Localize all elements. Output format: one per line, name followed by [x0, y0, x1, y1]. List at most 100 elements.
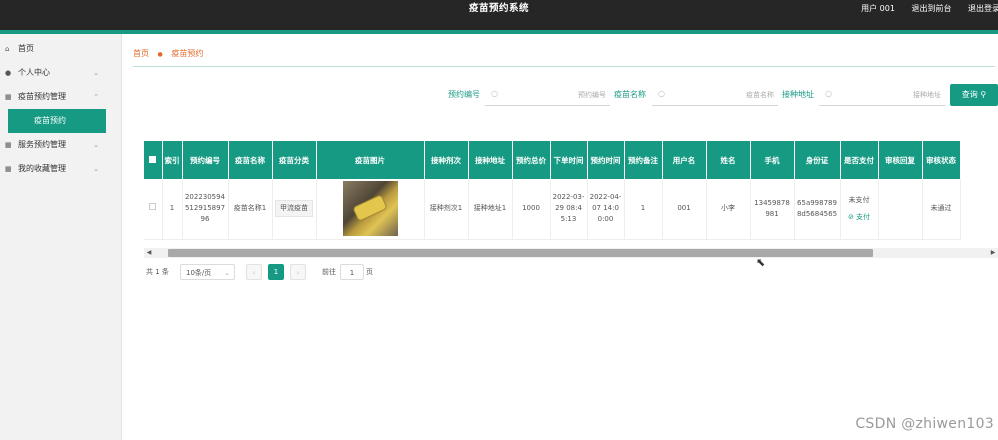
checkbox[interactable] [149, 155, 157, 163]
pay-link[interactable]: ⊘ 支付 [843, 212, 876, 223]
search-icon: ○ [825, 89, 832, 98]
pager-total: 共 1 条 [146, 268, 169, 276]
search-icon: ○ [658, 89, 665, 98]
next-page-button[interactable]: › [290, 264, 306, 280]
chevron-down-icon: ⌄ [93, 165, 99, 173]
col-header: 疫苗图片 [316, 141, 425, 179]
cell-total: 1000 [512, 179, 551, 240]
col-header: 预约备注 [624, 141, 663, 179]
col-header: 预约总价 [512, 141, 551, 179]
sidebar-item-favorites-mgmt[interactable]: ▦ 我的收藏管理 ⌄ [0, 157, 121, 181]
col-header: 预约时间 [587, 141, 625, 179]
search-label-address: 接种地址 [782, 90, 814, 99]
watermark: CSDN @zhiwen103 [855, 416, 994, 432]
col-header: 接种地址 [468, 141, 513, 179]
order-no-input[interactable] [501, 87, 606, 103]
top-header: 疫苗预约系统 用户 001 退出到前台 退出登录 [0, 0, 998, 30]
scroll-left-arrow-icon[interactable]: ◀ [144, 248, 154, 258]
paid-status: 未支付 [848, 195, 870, 204]
cell-name: 小李 [706, 179, 751, 240]
user-label: 用户 001 [861, 4, 895, 13]
cell-appoint-time: 2022-04-07 14:00:00 [587, 179, 625, 240]
scroll-right-arrow-icon[interactable]: ▶ [988, 248, 998, 258]
prev-page-button[interactable]: ‹ [246, 264, 262, 280]
breadcrumb-separator-icon: ● [157, 51, 163, 58]
cell-reply [878, 179, 923, 240]
horizontal-scrollbar[interactable]: ◀ ▶ [144, 248, 998, 258]
col-header: 疫苗分类 [272, 141, 317, 179]
user-icon: ● [5, 69, 12, 77]
pay-icon: ⊘ [847, 212, 857, 221]
sidebar-item-home[interactable]: ⌂ 首页 [0, 37, 121, 61]
table-row[interactable]: 1 20223059451291589796 疫苗名称1 甲流疫苗 接种剂次1 … [144, 179, 961, 240]
logout-link[interactable]: 退出登录 [968, 4, 998, 13]
mouse-pointer-icon: ⬉ [756, 256, 766, 269]
vaccine-image[interactable] [342, 181, 398, 237]
query-button[interactable]: 查询 ⚲ [950, 84, 998, 106]
col-header: 是否支付 [840, 141, 879, 179]
category-tag: 甲流疫苗 [275, 200, 313, 218]
grid-icon: ▦ [5, 165, 12, 173]
cell-status: 未通过 [922, 179, 961, 240]
table-header-row: 索引 预约编号 疫苗名称 疫苗分类 疫苗图片 接种剂次 接种地址 预约总价 下单… [144, 141, 961, 179]
col-header: 下单时间 [550, 141, 588, 179]
breadcrumb-home[interactable]: 首页 [133, 49, 149, 58]
chevron-down-icon: ⌄ [224, 269, 230, 277]
search-field-address[interactable]: ○ [819, 84, 945, 106]
page-number-button[interactable]: 1 [268, 264, 284, 280]
sidebar-item-service-appointment-mgmt[interactable]: ▦ 服务预约管理 ⌄ [0, 133, 121, 157]
search-bar: 预约编号 ○ 疫苗名称 ○ 接种地址 ○ [0, 84, 998, 106]
page-size-select[interactable]: 10条/页 ⌄ [180, 264, 235, 280]
scrollbar-thumb[interactable] [168, 249, 873, 257]
cell-id-card: 65a9987898d5684565 [794, 179, 841, 240]
checkbox[interactable] [149, 203, 157, 211]
search-icon: ○ [491, 89, 498, 98]
cell-address: 接种地址1 [468, 179, 513, 240]
back-to-frontend-link[interactable]: 退出到前台 [911, 4, 951, 13]
col-header: 疫苗名称 [228, 141, 273, 179]
search-label-vaccine-name: 疫苗名称 [614, 90, 646, 99]
sidebar-item-personal-center[interactable]: ● 个人中心 ⌄ [0, 61, 121, 85]
search-field-vaccine-name[interactable]: ○ [652, 84, 778, 106]
goto-prefix: 前往 [322, 268, 336, 276]
appointment-table: 索引 预约编号 疫苗名称 疫苗分类 疫苗图片 接种剂次 接种地址 预约总价 下单… [144, 141, 998, 259]
vaccine-name-input[interactable] [668, 87, 774, 103]
col-header: 手机 [750, 141, 795, 179]
col-header: 姓名 [706, 141, 751, 179]
breadcrumb-divider [133, 66, 995, 67]
cell-username: 001 [662, 179, 707, 240]
search-field-order-no[interactable]: ○ [485, 84, 610, 106]
cell-index: 1 [162, 179, 183, 240]
header-actions: 用户 001 退出到前台 退出登录 [847, 0, 998, 17]
col-header: 用户名 [662, 141, 707, 179]
col-header: 索引 [162, 141, 183, 179]
search-icon: ⚲ [980, 90, 987, 99]
sidebar-subitem-vaccine-appointment[interactable]: 疫苗预约 [8, 109, 106, 133]
search-label-order-no: 预约编号 [448, 90, 480, 99]
select-all-header[interactable] [144, 141, 163, 179]
header-accent-bar [0, 30, 998, 34]
cell-category: 甲流疫苗 [272, 179, 317, 240]
col-header: 审核回复 [878, 141, 923, 179]
chevron-down-icon: ⌄ [93, 141, 99, 149]
address-input[interactable] [835, 87, 941, 103]
cell-phone: 13459878981 [750, 179, 795, 240]
cell-remark: 1 [624, 179, 663, 240]
col-header: 接种剂次 [424, 141, 469, 179]
goto-suffix: 页 [366, 268, 373, 276]
chevron-down-icon: ⌄ [93, 69, 99, 77]
cell-paid: 未支付 ⊘ 支付 [840, 179, 879, 240]
col-header: 审核状态 [922, 141, 961, 179]
cell-vaccine-name: 疫苗名称1 [228, 179, 273, 240]
col-header: 预约编号 [182, 141, 229, 179]
col-header: 身份证 [794, 141, 841, 179]
cell-image [316, 179, 425, 240]
cell-dose: 接种剂次1 [424, 179, 469, 240]
cell-order-time: 2022-03-29 08:45:13 [550, 179, 588, 240]
row-checkbox-cell[interactable] [144, 179, 163, 240]
goto-page-input[interactable]: 1 [340, 264, 364, 280]
cell-order-no: 20223059451291589796 [182, 179, 229, 240]
breadcrumb: 首页 ● 疫苗预约 [133, 44, 203, 64]
breadcrumb-current: 疫苗预约 [171, 49, 204, 58]
home-icon: ⌂ [5, 45, 10, 53]
